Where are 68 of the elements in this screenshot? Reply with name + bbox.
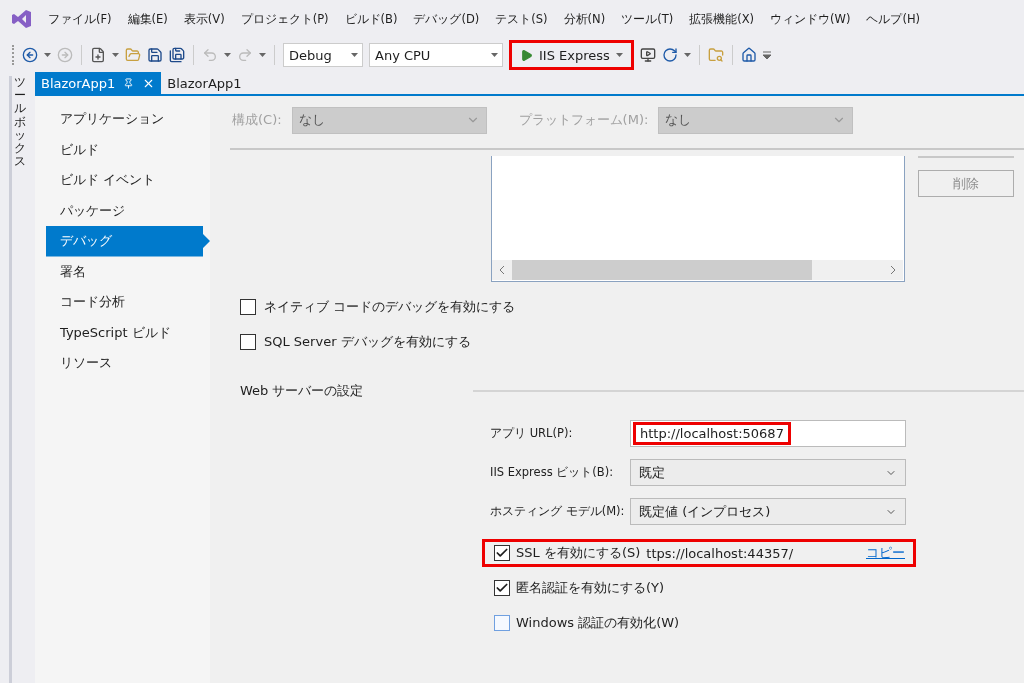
menu-item[interactable]: ウィンドウ(W) [762,11,859,27]
field-label: ホスティング モデル(M): [490,504,626,519]
toolbox-tab[interactable]: ツールボックス [9,76,26,683]
logo-icon [12,9,32,29]
nav-item[interactable]: TypeScript ビルド [46,317,210,348]
nav-item[interactable]: コード分析 [46,287,210,318]
menu-item[interactable]: 分析(N) [555,11,614,27]
menu-item[interactable]: 表示(V) [175,11,233,27]
caret-icon [491,53,498,57]
option-label: ネイティブ コードのデバッグを有効にする [264,298,516,316]
menu-item[interactable]: テスト(S) [487,11,556,27]
checkbox[interactable] [494,545,510,561]
menu-item[interactable]: ツール(T) [613,11,682,27]
caret-icon [351,53,358,57]
nav-item[interactable]: ビルド イベント [46,165,210,196]
monitor-icon[interactable] [639,47,656,63]
field-label: アプリ URL(P): [490,426,574,441]
menu-item[interactable]: 拡張機能(X) [681,11,763,27]
nav-item[interactable]: デバッグ [46,226,210,257]
option-label: SQL Server デバッグを有効にする [264,333,471,351]
caret-icon [615,53,623,57]
menu-item[interactable]: デバッグ(D) [405,11,488,27]
menu-item[interactable]: ビルド(B) [336,11,406,27]
overflow-icon[interactable] [762,51,771,59]
nav-item[interactable]: パッケージ [46,195,210,226]
document-tab[interactable]: BlazorApp1 [35,72,162,94]
save-icon[interactable] [147,47,163,63]
play-icon [520,48,533,62]
caret-icon [112,53,119,57]
nav-item[interactable]: アプリケーション [46,104,210,135]
menu-item[interactable]: プロジェクト(P) [232,11,337,27]
platform-label: プラットフォーム(M): [518,111,649,129]
nav-item[interactable]: ビルド [46,134,210,165]
select-field[interactable]: 既定 [630,459,906,486]
checkbox[interactable] [494,580,510,596]
checkbox[interactable] [494,615,510,631]
menu-item[interactable]: 編集(E) [119,11,176,27]
configuration-label: 構成(C): [232,111,282,129]
horizontal-scrollbar[interactable] [492,260,903,280]
platform-dropdown[interactable]: Any CPU [369,43,503,67]
option-label: Windows 認証の有効化(W) [516,614,680,632]
document-tab[interactable]: BlazorApp1 [161,72,248,94]
ssl-url: ttps://localhost:44357/ [646,545,794,561]
refresh-icon[interactable] [661,47,678,63]
caret-icon [224,53,231,57]
back-icon[interactable] [22,47,38,63]
url-field[interactable]: http://localhost:50687 [630,420,906,447]
home-icon[interactable] [740,47,757,63]
menu-item[interactable]: ヘルプ(H) [858,11,929,27]
caret-icon [683,53,691,57]
section-title: Web サーバーの設定 [240,382,365,400]
option-label: 匿名認証を有効にする(Y) [516,579,665,597]
field-label: IIS Express ビット(B): [490,465,615,480]
select-field[interactable]: 既定値 (インプロセス) [630,498,906,525]
caret-icon [259,53,266,57]
run-button[interactable]: IIS Express [509,40,634,70]
pin-icon[interactable] [123,77,135,89]
checkbox[interactable] [240,334,256,350]
nav-item[interactable]: 署名 [46,256,210,287]
caret-icon [44,53,51,57]
checkbox[interactable] [240,299,256,315]
nav-item[interactable]: リソース [46,348,210,379]
menu-item[interactable]: ファイル(F) [40,11,120,27]
option-label: SSL を有効にする(S) [516,544,641,562]
configuration-dropdown[interactable]: Debug [283,43,363,67]
copy-link[interactable]: コピー [866,544,905,562]
new-file-icon[interactable] [90,47,106,63]
save-all-icon[interactable] [169,47,185,63]
